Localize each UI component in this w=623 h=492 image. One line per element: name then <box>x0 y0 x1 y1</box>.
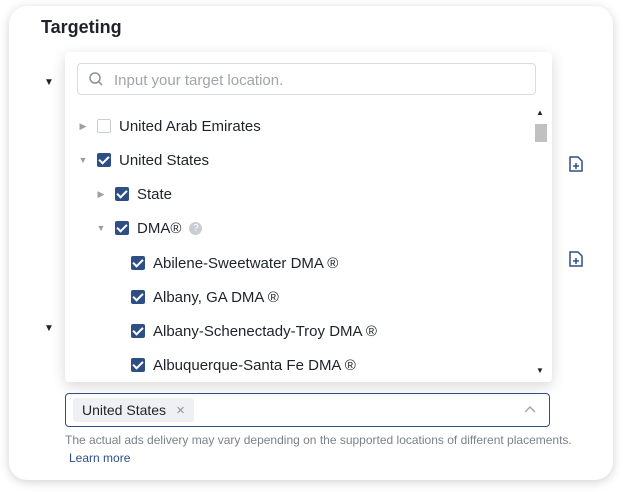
selected-tag-label: United States <box>82 402 167 418</box>
checkbox[interactable] <box>131 324 145 338</box>
help-icon[interactable]: ? <box>189 221 203 235</box>
tree-item-label: United Arab Emirates <box>119 117 261 135</box>
tree-item-label: DMA® <box>137 219 182 237</box>
scroll-up-icon[interactable]: ▲ <box>536 108 544 117</box>
delivery-note: The actual ads delivery may vary dependi… <box>65 433 572 447</box>
triangle-right-icon[interactable]: ▶ <box>77 121 89 132</box>
location-search[interactable] <box>77 63 536 95</box>
checkbox[interactable] <box>97 119 111 133</box>
tree-item-label: Albuquerque-Santa Fe DMA ® <box>153 356 356 374</box>
checkbox[interactable] <box>131 256 145 270</box>
triangle-down-icon[interactable]: ▼ <box>77 155 89 165</box>
triangle-right-icon[interactable]: ▶ <box>95 189 107 200</box>
triangle-down-icon[interactable]: ▼ <box>95 223 107 233</box>
selected-tag: United States × <box>73 398 194 422</box>
section-title: Targeting <box>41 17 122 37</box>
checkbox[interactable] <box>131 290 145 304</box>
tree-item-label: State <box>137 185 173 203</box>
tree-item-label: Abilene-Sweetwater DMA ® <box>153 254 339 272</box>
tree-item-state[interactable]: ▶ State <box>95 182 173 206</box>
tree-item-us[interactable]: ▼ United States <box>77 148 210 172</box>
checkbox[interactable] <box>97 153 111 167</box>
search-input[interactable] <box>112 69 526 91</box>
section-caret-icon[interactable]: ▼ <box>44 323 54 334</box>
chevron-up-icon[interactable] <box>523 403 537 417</box>
search-icon <box>89 72 103 86</box>
location-dropdown: ▶ United Arab Emirates ▼ United States ▶… <box>65 52 552 382</box>
scroll-thumb[interactable] <box>535 124 547 142</box>
tree-item-label: United States <box>119 151 210 169</box>
tree-item-dma-city[interactable]: Albuquerque-Santa Fe DMA ® <box>131 353 356 377</box>
scrollbar[interactable]: ▲ ▼ <box>533 104 547 380</box>
file-add-icon[interactable] <box>569 251 583 267</box>
tree-item-dma-city[interactable]: Albany, GA DMA ® <box>131 285 279 309</box>
location-select[interactable]: United States × <box>65 393 550 427</box>
checkbox[interactable] <box>131 358 145 372</box>
learn-more-link[interactable]: Learn more <box>69 451 130 465</box>
checkbox[interactable] <box>115 221 129 235</box>
tree-item-uae[interactable]: ▶ United Arab Emirates <box>77 114 261 138</box>
close-icon[interactable]: × <box>176 402 185 419</box>
tree-item-dma-city[interactable]: Abilene-Sweetwater DMA ® <box>131 251 338 275</box>
scroll-down-icon[interactable]: ▼ <box>536 366 544 375</box>
tree-item-dma[interactable]: ▼ DMA® ? <box>95 216 203 240</box>
tree-item-label: Albany, GA DMA ® <box>153 288 279 306</box>
section-caret-icon[interactable]: ▼ <box>44 77 54 88</box>
file-add-icon[interactable] <box>569 156 583 172</box>
tree-item-label: Albany-Schenectady-Troy DMA ® <box>153 322 377 340</box>
tree-item-dma-city[interactable]: Albany-Schenectady-Troy DMA ® <box>131 319 377 343</box>
checkbox[interactable] <box>115 187 129 201</box>
